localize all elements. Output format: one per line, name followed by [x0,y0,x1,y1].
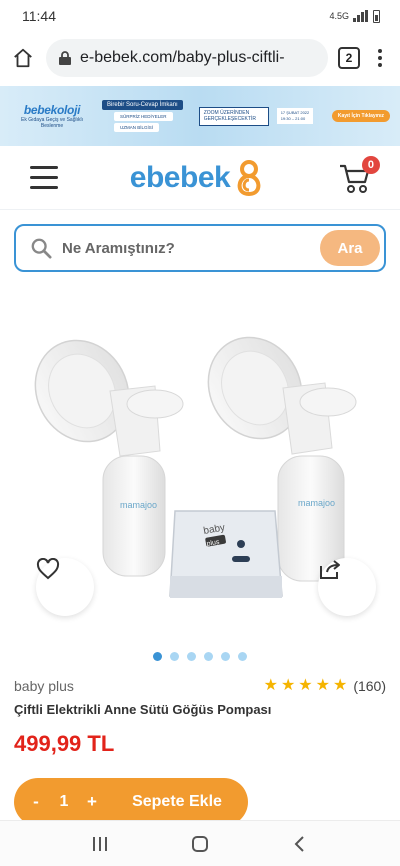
url-text: e-bebek.com/baby-plus-ciftli- [80,49,285,66]
status-time: 11:44 [22,8,56,24]
site-logo[interactable]: ebebek [130,158,266,198]
product-brand[interactable]: baby plus [14,678,74,694]
banner-date-box: 17 ŞUBAT 2022 19:30 – 21:00 [276,108,314,124]
add-to-cart-bar: - 1 + Sepete Ekle [14,778,248,826]
favorite-button[interactable] [36,558,94,616]
left-bottle-label: mamajoo [120,500,157,510]
product-title: Çiftli Elektrikli Anne Sütü Göğüs Pompas… [14,702,272,717]
site-header: ebebek 0 [0,146,400,210]
tab-switcher-button[interactable]: 2 [338,47,360,69]
product-rating[interactable]: ★ ★ ★ ★ ★ (160) [263,677,386,695]
search-button[interactable]: Ara [320,230,380,266]
star-icon: ★ [280,677,296,694]
status-bar: 11:44 4.5G [0,0,400,32]
browser-menu-icon[interactable] [370,49,390,67]
logo-text: ebebek [129,160,231,194]
menu-icon[interactable] [30,166,58,189]
banner-headline: Birebir Soru-Cevap İmkanı [102,100,183,110]
banner-zoom-note: ZOOM ÜZERİNDEN GERÇEKLEŞECEKTİR [198,106,269,126]
banner-tag-gifts: SÜRPRİZ HEDİYELER [114,112,173,121]
search-icon [31,238,52,259]
status-icons: 4.5G [329,9,380,23]
star-icon: ★ [298,677,313,694]
star-icon: ★ [263,677,278,694]
banner-highlights: Birebir Soru-Cevap İmkanı SÜRPRİZ HEDİYE… [102,100,183,132]
product-price: 499,99 TL [14,731,115,756]
star-icon: ★ [332,677,348,694]
star-icon: ★ [315,677,330,694]
lock-icon [59,51,71,65]
battery-icon [373,9,380,23]
back-icon[interactable] [290,834,310,854]
system-navigation-bar [0,820,400,866]
product-gallery[interactable]: mamajoo mamajoo baby plus [0,276,400,658]
share-button[interactable] [318,558,376,616]
signal-icon [353,10,369,22]
home-button-icon[interactable] [190,834,210,854]
quantity-decrease-button[interactable]: - [22,792,50,812]
share-icon [320,560,340,579]
network-type: 4.5G [329,11,349,21]
logo-mark-icon [237,159,261,196]
quantity-value: 1 [59,793,69,810]
recent-apps-icon[interactable] [90,835,110,853]
home-icon[interactable] [10,45,36,71]
banner-logo: bebekoloji [23,103,81,117]
add-to-cart-button[interactable]: Sepete Ekle [106,793,248,811]
banner-time: 19:30 – 21:00 [280,116,306,121]
banner-tag-expert: UZMAN BİLGİSİ [114,123,160,132]
search-section: Ne Aramıştınız? Ara [0,210,400,272]
quantity-increase-button[interactable]: + [78,792,106,812]
banner-cta-button[interactable]: Kayıt İçin Tıklayınız [331,110,390,122]
cart-button[interactable]: 0 [338,155,380,194]
cart-count-badge: 0 [361,155,380,174]
review-count: (160) [353,678,386,694]
search-box[interactable]: Ne Aramıştınız? Ara [14,224,386,272]
banner-brand: bebekoloji Ek Gıdaya Geçiş ve Sağlıklı B… [10,103,94,129]
banner-subtitle: Ek Gıdaya Geçiş ve Sağlıklı Beslenme [21,117,83,129]
browser-toolbar: e-bebek.com/baby-plus-ciftli- 2 [0,32,400,84]
address-bar[interactable]: e-bebek.com/baby-plus-ciftli- [46,39,328,77]
right-bottle-label: mamajoo [298,498,335,508]
promo-banner[interactable]: bebekoloji Ek Gıdaya Geçiş ve Sağlıklı B… [0,86,400,146]
search-input[interactable]: Ne Aramıştınız? [62,240,310,257]
product-info: baby plus ★ ★ ★ ★ ★ (160) Çiftli Elektri… [0,666,400,757]
heart-icon [36,558,60,580]
